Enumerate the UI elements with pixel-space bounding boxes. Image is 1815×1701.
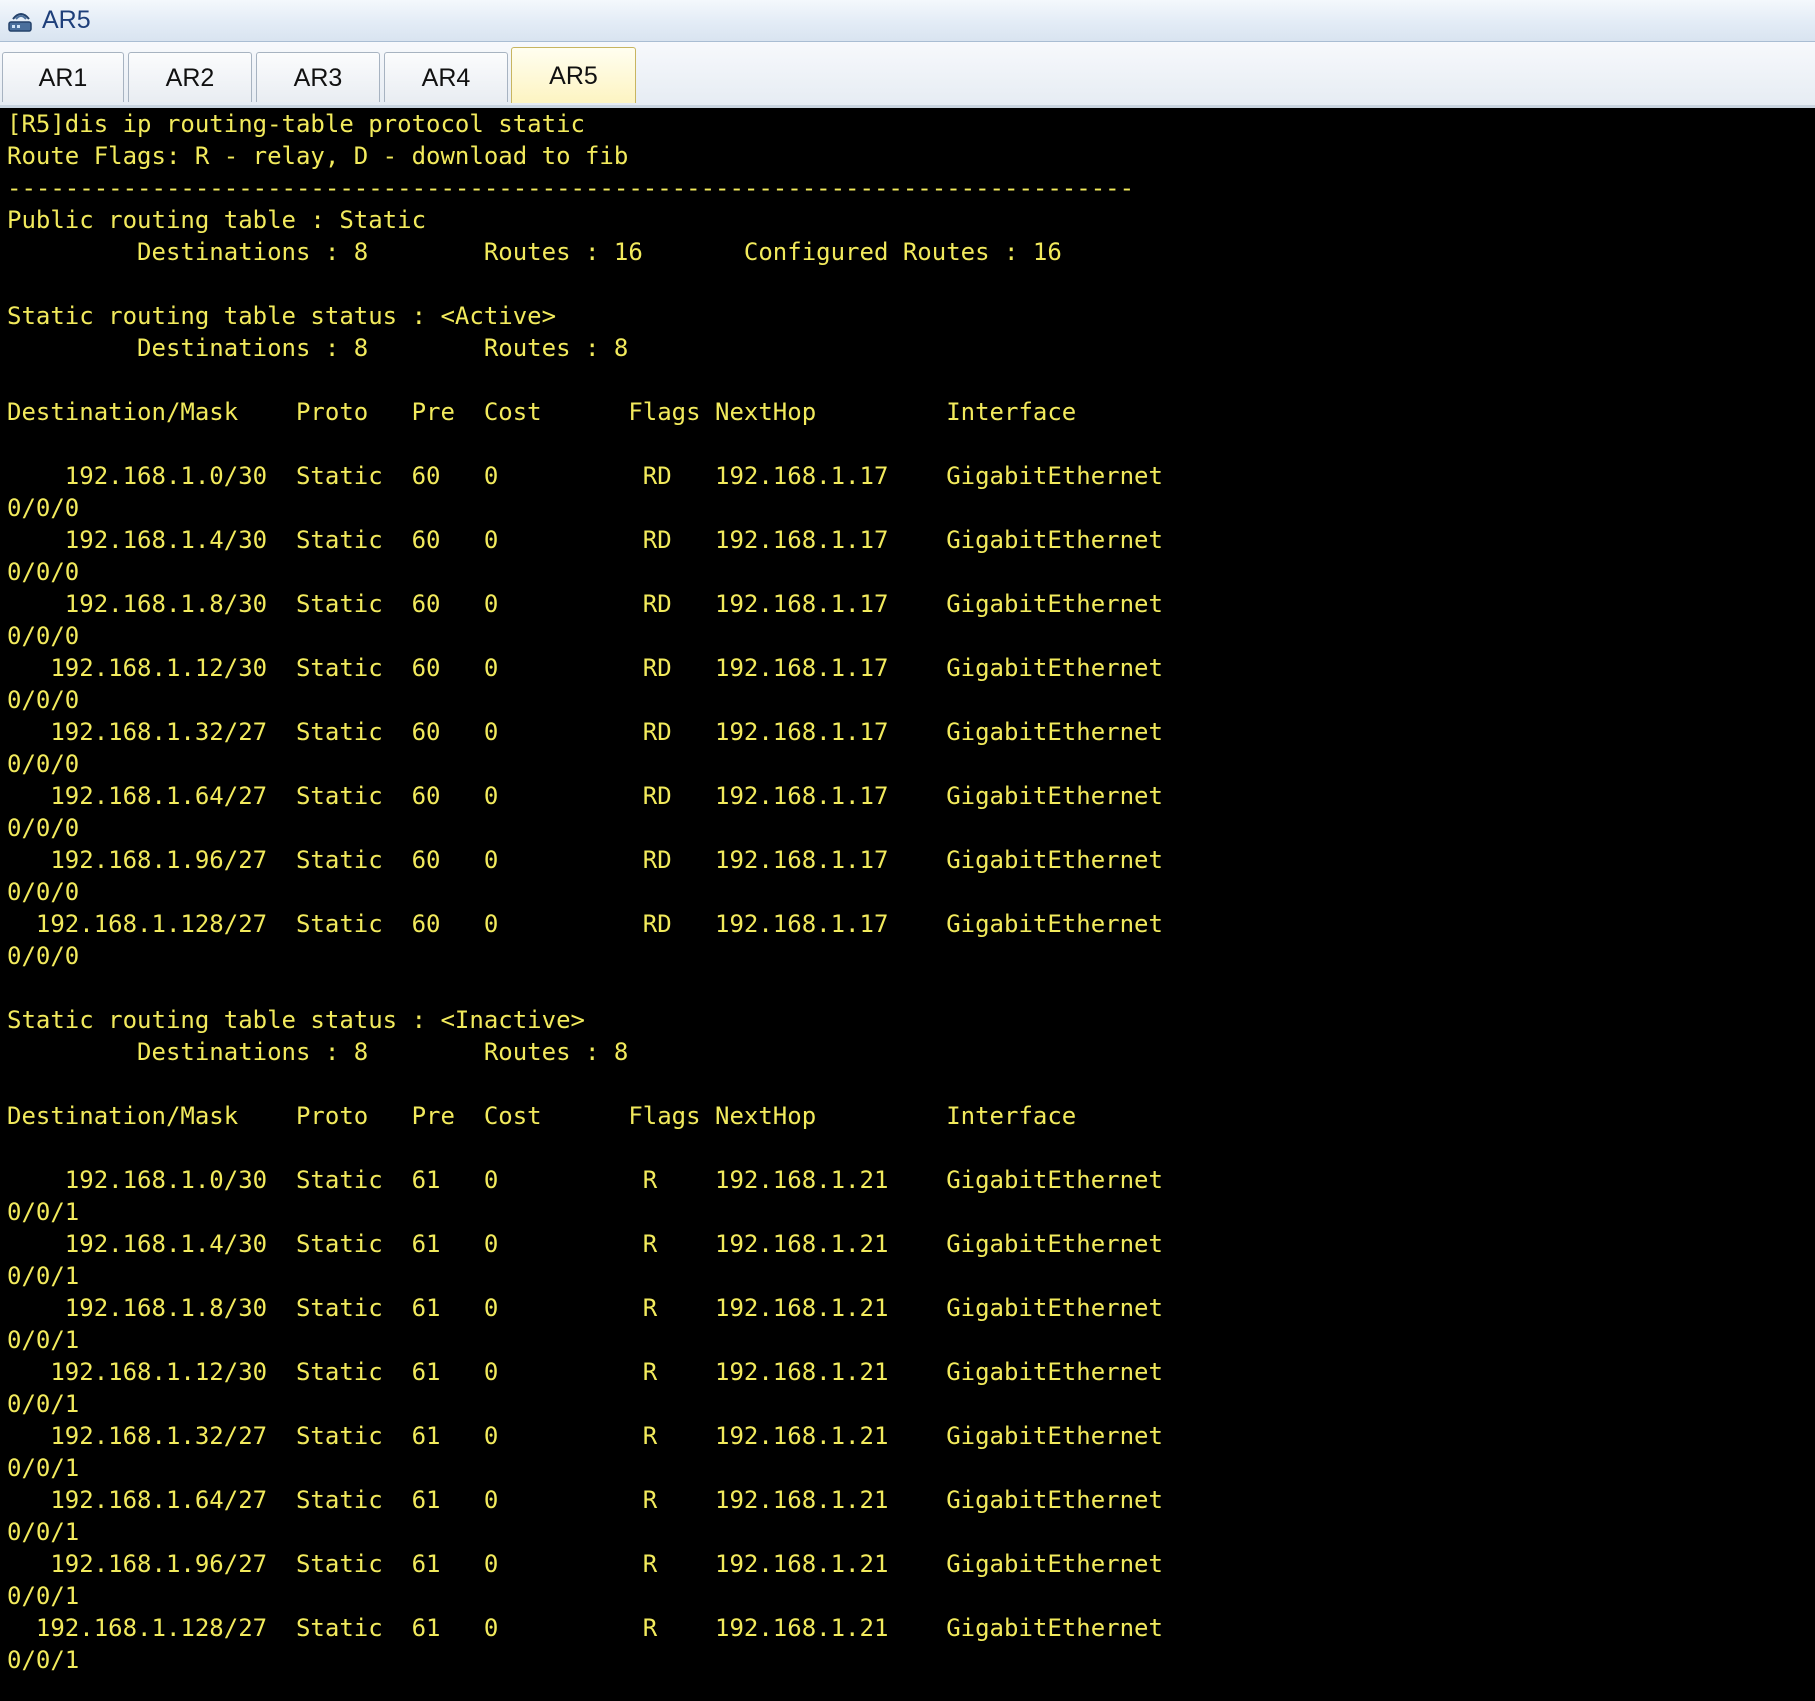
console-line: 192.168.1.12/30 Static 60 0 RD 192.168.1…	[7, 654, 1163, 682]
console-line: 192.168.1.128/27 Static 60 0 RD 192.168.…	[7, 910, 1163, 938]
console-line: Destination/Mask Proto Pre Cost Flags Ne…	[7, 398, 1077, 426]
console-line: 0/0/0	[7, 814, 80, 842]
console-line: 192.168.1.8/30 Static 61 0 R 192.168.1.2…	[7, 1294, 1163, 1322]
console-line: 0/0/0	[7, 494, 80, 522]
router-app-icon	[8, 13, 32, 32]
console-line: Static routing table status : <Active>	[7, 302, 557, 330]
tab-ar2[interactable]: AR2	[128, 52, 252, 102]
console-line: 192.168.1.64/27 Static 61 0 R 192.168.1.…	[7, 1486, 1163, 1514]
console-line: 0/0/1	[7, 1390, 80, 1418]
tab-ar4[interactable]: AR4	[384, 52, 508, 102]
console-line: ----------------------------------------…	[7, 174, 1135, 202]
console-line: 192.168.1.32/27 Static 60 0 RD 192.168.1…	[7, 718, 1163, 746]
console-line: 0/0/1	[7, 1454, 80, 1482]
window-title: AR5	[42, 6, 91, 34]
console-line: Destination/Mask Proto Pre Cost Flags Ne…	[7, 1102, 1077, 1130]
console-line: Destinations : 8 Routes : 8	[7, 1038, 629, 1066]
console-line: 192.168.1.64/27 Static 60 0 RD 192.168.1…	[7, 782, 1163, 810]
console-line: 0/0/0	[7, 622, 80, 650]
console-line: 192.168.1.32/27 Static 61 0 R 192.168.1.…	[7, 1422, 1163, 1450]
console-line: 0/0/1	[7, 1518, 80, 1546]
console-line: 0/0/1	[7, 1198, 80, 1226]
tab-ar3[interactable]: AR3	[256, 52, 380, 102]
console-text: [R5]dis ip routing-table protocol static…	[7, 108, 1163, 1676]
console-line: 0/0/0	[7, 686, 80, 714]
console-line: 0/0/1	[7, 1582, 80, 1610]
console-line: 192.168.1.128/27 Static 61 0 R 192.168.1…	[7, 1614, 1163, 1642]
console-line: [R5]dis ip routing-table protocol static	[7, 110, 585, 138]
console-line: Destinations : 8 Routes : 8	[7, 334, 629, 362]
terminal-window: AR5 AR1 AR2 AR3 AR4 AR5 [R5]dis ip routi…	[0, 0, 1815, 1701]
console-line: 192.168.1.4/30 Static 61 0 R 192.168.1.2…	[7, 1230, 1163, 1258]
title-bar: AR5	[0, 0, 1815, 42]
console-line: 0/0/1	[7, 1326, 80, 1354]
console-line: 192.168.1.0/30 Static 61 0 R 192.168.1.2…	[7, 1166, 1163, 1194]
tab-strip: AR1 AR2 AR3 AR4 AR5	[0, 42, 1815, 108]
tab-ar1[interactable]: AR1	[2, 52, 124, 102]
console-line: Static routing table status : <Inactive>	[7, 1006, 585, 1034]
console-line: 0/0/0	[7, 750, 80, 778]
console-line: 192.168.1.0/30 Static 60 0 RD 192.168.1.…	[7, 462, 1163, 490]
console-line: 0/0/0	[7, 942, 80, 970]
console-line: 192.168.1.12/30 Static 61 0 R 192.168.1.…	[7, 1358, 1163, 1386]
console-line: 192.168.1.96/27 Static 61 0 R 192.168.1.…	[7, 1550, 1163, 1578]
console-line: 0/0/1	[7, 1262, 80, 1290]
console-line: 0/0/0	[7, 558, 80, 586]
console-line: 0/0/1	[7, 1646, 80, 1674]
console-line: 192.168.1.96/27 Static 60 0 RD 192.168.1…	[7, 846, 1163, 874]
console-line: Public routing table : Static	[7, 206, 427, 234]
console-line: Destinations : 8 Routes : 16 Configured …	[7, 238, 1062, 266]
console-line: 192.168.1.4/30 Static 60 0 RD 192.168.1.…	[7, 526, 1163, 554]
console-line: 0/0/0	[7, 878, 80, 906]
console-output[interactable]: [R5]dis ip routing-table protocol static…	[0, 108, 1815, 1701]
console-line: Route Flags: R - relay, D - download to …	[7, 142, 629, 170]
tab-ar5[interactable]: AR5	[511, 47, 636, 103]
console-line: 192.168.1.8/30 Static 60 0 RD 192.168.1.…	[7, 590, 1163, 618]
